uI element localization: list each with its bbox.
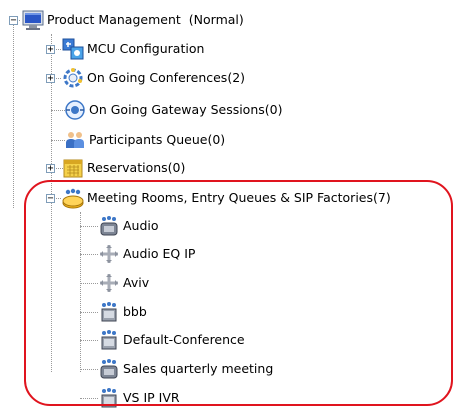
expand-toggle-ongoing-conferences[interactable]: + — [46, 74, 55, 84]
tree-node-ongoing-gateway-sessions[interactable]: On Going Gateway Sessions(0) — [64, 98, 282, 122]
tree-connector — [51, 110, 65, 111]
expand-toggle-mcu-configuration[interactable]: + — [46, 45, 55, 55]
computer-icon — [22, 10, 44, 30]
collapse-toggle-root[interactable]: − — [9, 16, 18, 26]
conference-gear-icon — [63, 68, 83, 88]
mcu-configuration-label: MCU Configuration — [87, 41, 205, 56]
gateway-icon — [65, 100, 85, 120]
tree-node-mcu-configuration[interactable]: MCU Configuration — [62, 37, 204, 61]
configuration-icon — [62, 38, 84, 60]
root-status: (Normal) — [188, 12, 244, 27]
expand-toggle-reservations[interactable]: + — [46, 164, 55, 174]
tree-node-product-management[interactable]: Product Management (Normal) — [22, 8, 244, 32]
tree-node-participants-queue[interactable]: Participants Queue(0) — [64, 128, 225, 152]
root-label: Product Management — [47, 12, 181, 27]
participants-queue-label: Participants Queue(0) — [89, 132, 226, 147]
participants-icon — [66, 132, 84, 148]
reservations-label: Reservations(0) — [87, 160, 186, 175]
tree-node-reservations[interactable]: Reservations(0) — [62, 156, 185, 180]
highlight-ellipse — [24, 180, 453, 406]
tree-connector — [51, 140, 65, 141]
calendar-icon — [63, 159, 83, 178]
navigation-tree: − + + + − Product Management (Normal) MC… — [0, 0, 453, 408]
tree-connector — [13, 22, 14, 208]
ongoing-gateway-sessions-label: On Going Gateway Sessions(0) — [89, 102, 283, 117]
tree-node-ongoing-conferences[interactable]: On Going Conferences(2) — [62, 66, 245, 90]
ongoing-conferences-label: On Going Conferences(2) — [87, 70, 246, 85]
